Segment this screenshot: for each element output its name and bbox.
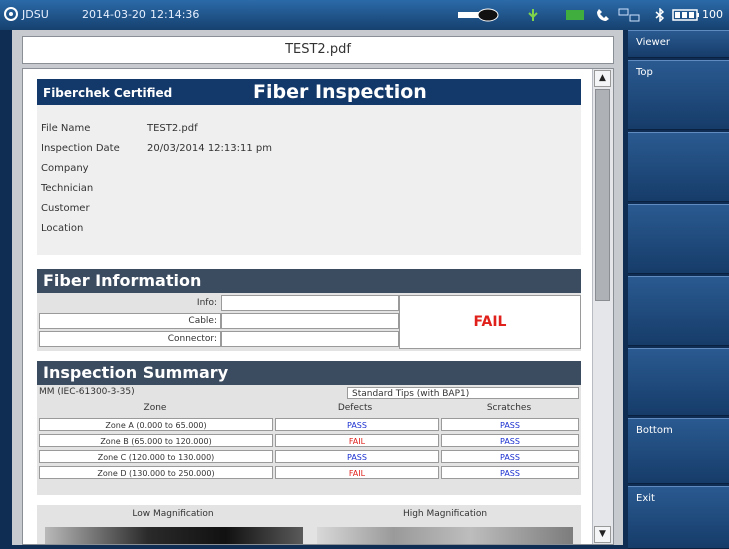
jdsu-logo-icon xyxy=(4,7,18,21)
info-label: Technician xyxy=(41,183,94,194)
inspection-summary-table: MM (IEC-61300-3-35) Standard Tips (with … xyxy=(37,385,581,495)
report-title: Fiber Inspection xyxy=(253,81,427,103)
report-page: Fiberchek Certified Fiber Inspection Fil… xyxy=(23,69,593,544)
fiber-info-value xyxy=(221,295,399,311)
battery-level: 100 xyxy=(702,8,723,21)
fiber-info-row: Info: xyxy=(39,295,399,311)
col-scratches: Scratches xyxy=(486,403,532,413)
scratches-cell: PASS xyxy=(441,418,579,431)
softkey-2[interactable] xyxy=(628,132,729,202)
report-info: File Name TEST2.pdf Inspection Date 20/0… xyxy=(37,105,581,255)
document-title: TEST2.pdf xyxy=(22,36,614,64)
softkey-5[interactable] xyxy=(628,348,729,416)
fiber-connector-row: Connector: xyxy=(39,331,399,347)
top-button[interactable]: Top xyxy=(628,60,729,130)
network-icon xyxy=(618,8,640,22)
high-magnification-image xyxy=(317,527,573,544)
info-value: TEST2.pdf xyxy=(147,123,198,134)
fiber-connector-label: Connector: xyxy=(167,334,217,344)
table-row: Zone A (0.000 to 65.000) PASS PASS xyxy=(39,417,579,433)
softkey-4[interactable] xyxy=(628,276,729,346)
standard-label: MM (IEC-61300-3-35) xyxy=(39,387,135,397)
viewer-label: Viewer xyxy=(636,37,670,48)
scratches-cell: PASS xyxy=(441,466,579,479)
defects-cell: PASS xyxy=(275,450,439,463)
fiber-cable-value xyxy=(221,313,399,329)
exit-label: Exit xyxy=(636,493,655,504)
table-row: Zone B (65.000 to 120.000) FAIL PASS xyxy=(39,433,579,449)
zone-cell: Zone D (130.000 to 250.000) xyxy=(39,466,273,479)
fiber-info-label: Info: xyxy=(196,298,217,308)
bottom-button[interactable]: Bottom xyxy=(628,418,729,484)
pdf-viewer-panel: TEST2.pdf Fiberchek Certified Fiber Insp… xyxy=(12,30,623,545)
bottom-label: Bottom xyxy=(636,425,673,436)
top-label: Top xyxy=(636,67,653,78)
inspection-summary-title: Inspection Summary xyxy=(37,361,581,385)
status-date: 2014-03-20 xyxy=(82,8,146,21)
signal-icon xyxy=(566,10,584,20)
status-brand: JDSU xyxy=(22,8,49,21)
viewer-button[interactable]: Viewer xyxy=(628,30,729,58)
battery-icon xyxy=(672,9,699,21)
info-label: Inspection Date xyxy=(41,143,120,154)
high-magnification-label: High Magnification xyxy=(402,509,488,519)
report-brand: Fiberchek Certified xyxy=(43,86,173,100)
defects-cell: FAIL xyxy=(275,466,439,479)
magnification-section: Low Magnification High Magnification xyxy=(37,505,581,544)
fiber-result-badge: FAIL xyxy=(399,295,581,349)
scroll-down-button[interactable]: ▼ xyxy=(594,526,611,543)
low-magnification-image xyxy=(45,527,303,544)
scroll-up-button[interactable]: ▲ xyxy=(594,70,611,87)
fiber-connector-value xyxy=(221,331,399,347)
fiber-cable-label: Cable: xyxy=(188,316,217,326)
status-bar: JDSU 2014-03-20 12:14:36 100 xyxy=(0,0,729,30)
document-viewport[interactable]: Fiberchek Certified Fiber Inspection Fil… xyxy=(22,68,614,545)
status-time: 12:14:36 xyxy=(150,8,200,21)
info-label: Company xyxy=(41,163,89,174)
col-defects: Defects xyxy=(337,403,373,413)
info-label: Customer xyxy=(41,203,90,214)
scroll-thumb[interactable] xyxy=(595,89,610,301)
zone-cell: Zone C (120.000 to 130.000) xyxy=(39,450,273,463)
usb-icon xyxy=(528,9,538,21)
col-zone: Zone xyxy=(143,403,167,413)
info-value: 20/03/2014 12:13:11 pm xyxy=(147,143,272,154)
vertical-scrollbar[interactable]: ▲ ▼ xyxy=(592,69,613,544)
table-row: Zone C (120.000 to 130.000) PASS PASS xyxy=(39,449,579,465)
zone-cell: Zone A (0.000 to 65.000) xyxy=(39,418,273,431)
exit-button[interactable]: Exit xyxy=(628,486,729,549)
low-magnification-label: Low Magnification xyxy=(132,509,214,519)
phone-icon xyxy=(597,9,609,21)
fiber-information-title: Fiber Information xyxy=(37,269,581,293)
zone-cell: Zone B (65.000 to 120.000) xyxy=(39,434,273,447)
defects-cell: PASS xyxy=(275,418,439,431)
bluetooth-icon xyxy=(655,8,665,22)
report-header: Fiberchek Certified Fiber Inspection xyxy=(37,79,581,105)
softkey-3[interactable] xyxy=(628,204,729,274)
fiber-information-table: Info: Cable: Connector: FAIL xyxy=(37,293,581,351)
fiber-cable-row: Cable: xyxy=(39,313,399,329)
side-menu: Viewer Top Bottom Exit xyxy=(628,30,729,549)
tip-type: Standard Tips (with BAP1) xyxy=(347,387,579,399)
fiber-scope-icon xyxy=(458,8,499,22)
scratches-cell: PASS xyxy=(441,434,579,447)
scratches-cell: PASS xyxy=(441,450,579,463)
info-label: File Name xyxy=(41,123,91,134)
info-label: Location xyxy=(41,223,84,234)
defects-cell: FAIL xyxy=(275,434,439,447)
table-row: Zone D (130.000 to 250.000) FAIL PASS xyxy=(39,465,579,481)
